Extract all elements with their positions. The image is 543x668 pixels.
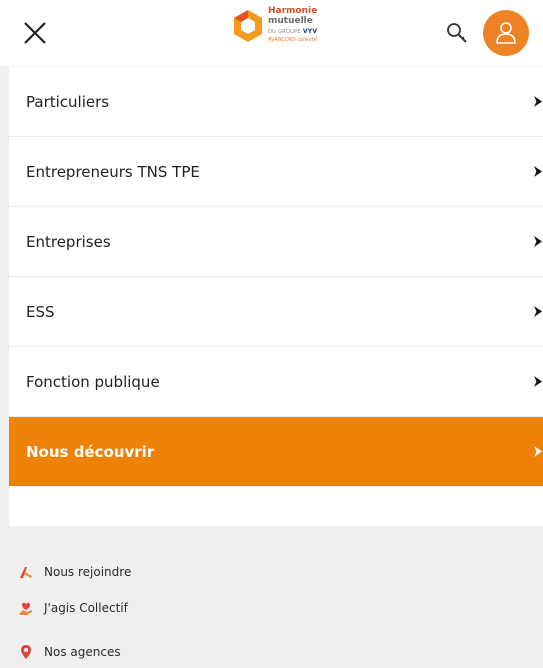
chevron-right-icon (534, 96, 542, 107)
heart-hand-icon (19, 602, 32, 615)
menu-item-entrepreneurs[interactable]: Entrepreneurs TNS TPE (9, 137, 543, 207)
brand-group: DU GROUPE VYV (268, 29, 317, 35)
user-icon (496, 22, 516, 44)
menu-item-ess[interactable]: ESS (9, 277, 543, 347)
link-nous-rejoindre[interactable]: Nous rejoindre (18, 562, 131, 582)
link-label: Nos agences (44, 645, 121, 659)
search-button[interactable] (446, 22, 470, 46)
link-label: J'agis Collectif (44, 601, 128, 615)
chevron-right-icon (534, 446, 542, 457)
menu-item-entreprises[interactable]: Entreprises (9, 207, 543, 277)
harmonie-mutuelle-logo[interactable]: Harmonie mutuelle DU GROUPE VYV AVANÇONS… (232, 5, 342, 65)
link-nos-agences[interactable]: Nos agences (18, 642, 121, 662)
menu-item-label: ESS (26, 303, 55, 321)
menu-item-label: Particuliers (26, 93, 110, 111)
menu-item-nous-decouvrir[interactable]: Nous découvrir (9, 417, 543, 486)
close-icon (24, 22, 46, 44)
brand-name: Harmonie (268, 6, 318, 16)
header: Harmonie mutuelle DU GROUPE VYV AVANÇONS… (0, 0, 543, 66)
menu-item-label: Entreprises (26, 233, 111, 251)
link-jagis-collectif[interactable]: J'agis Collectif (18, 598, 128, 618)
handshake-icon (20, 567, 32, 578)
location-pin-icon (21, 645, 31, 659)
menu-item-fonction-publique[interactable]: Fonction publique (9, 347, 543, 417)
chevron-right-icon (534, 376, 542, 387)
menu-item-label: Entrepreneurs TNS TPE (26, 163, 200, 181)
menu-item-label: Nous découvrir (26, 443, 155, 461)
chevron-right-icon (534, 306, 542, 317)
brand-group-prefix: DU GROUPE (268, 29, 301, 35)
chevron-right-icon (534, 166, 542, 177)
brand-tagline: AVANÇONS collectif (268, 37, 317, 43)
link-label: Nous rejoindre (44, 565, 132, 579)
chevron-right-icon (534, 236, 542, 247)
search-icon (447, 23, 467, 43)
close-menu-button[interactable] (22, 20, 48, 46)
main-menu: Particuliers Entrepreneurs TNS TPE Entre… (9, 67, 543, 526)
brand-group-name: VYV (302, 28, 318, 35)
hexagon-logo-icon (234, 10, 262, 42)
menu-item-label: Fonction publique (26, 373, 160, 391)
menu-item-particuliers[interactable]: Particuliers (9, 67, 543, 137)
brand-name-2: mutuelle (268, 16, 313, 26)
account-button[interactable] (483, 10, 529, 56)
